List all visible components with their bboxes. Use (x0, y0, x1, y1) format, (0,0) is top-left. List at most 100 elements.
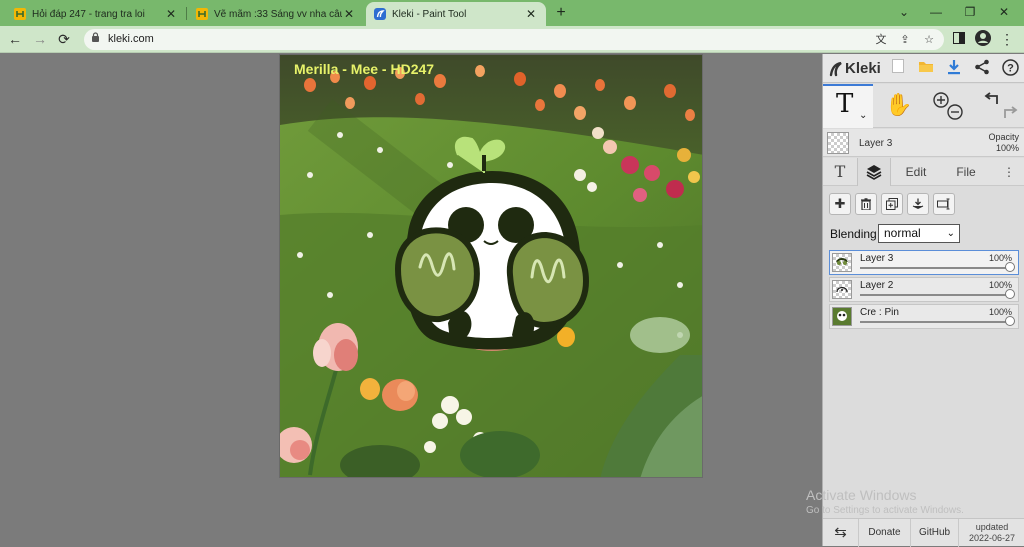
tab-layers[interactable] (857, 158, 891, 186)
browser-menu-icon[interactable]: ⋮ (998, 30, 1016, 48)
artwork-illustration (280, 55, 702, 477)
opacity-label: Opacity (988, 132, 1019, 142)
profile-avatar-icon[interactable] (974, 30, 992, 48)
blending-mode-value: normal (884, 226, 921, 240)
slider-handle[interactable] (1005, 289, 1015, 299)
new-tab-button[interactable]: + (552, 4, 570, 22)
merge-down-button[interactable] (907, 193, 929, 215)
browser-tab-bar: Hỏi đáp 247 - trang tra loi ✕ Vẽ mãm :33… (0, 0, 1024, 26)
kleki-favicon-icon (374, 8, 386, 20)
hand-tool-icon[interactable]: ✋ (885, 92, 912, 118)
layer-thumbnail (832, 280, 852, 299)
browser-toolbar: ← → ⟳ kleki.com 文 ⇪ ☆ ⋮ (0, 26, 1024, 53)
blending-label: Blending (830, 227, 877, 241)
restore-window-icon[interactable]: ❐ (960, 3, 980, 21)
minimize-window-icon[interactable]: — (926, 3, 946, 21)
drawing-canvas[interactable]: Merilla - Mee - HD247 (279, 54, 703, 478)
tab-file[interactable]: File (943, 158, 989, 186)
share-page-icon[interactable]: ⇪ (898, 33, 912, 47)
rename-layer-button[interactable] (933, 193, 955, 215)
sidebar-footer: ⇆ Donate GitHub updated 2022-06-27 (823, 518, 1024, 547)
layer-thumbnail (832, 253, 852, 272)
kleki-logo-icon (829, 61, 842, 76)
delete-layer-button[interactable] (855, 193, 877, 215)
share-icon[interactable] (973, 59, 991, 77)
translate-icon[interactable]: 文 (874, 33, 888, 47)
browser-tab-vemam[interactable]: Vẽ mãm :33 Sáng vv nha câu hỏi ✕ (188, 2, 364, 26)
close-icon[interactable]: ✕ (342, 7, 356, 21)
tab-title: Kleki - Paint Tool (392, 8, 467, 20)
layer-thumbnail (832, 307, 852, 326)
layer-item[interactable]: Layer 3 100% (829, 250, 1019, 275)
layers-stack-icon (866, 165, 882, 180)
github-link[interactable]: GitHub (911, 519, 959, 547)
svg-text:?: ? (1007, 63, 1014, 75)
help-icon[interactable]: ? (1001, 59, 1019, 77)
undo-icon[interactable] (984, 92, 998, 104)
updated-label: updated (975, 522, 1009, 532)
close-window-icon[interactable]: ✕ (994, 3, 1014, 21)
new-image-icon[interactable] (889, 59, 907, 77)
kleki-logo[interactable]: Kleki (829, 60, 881, 77)
tab-search-chevron-icon[interactable]: ⌄ (894, 3, 914, 21)
kleki-sidebar: Kleki ? T ⌄ ✋ Layer 3 Opacity 100% T Edi… (822, 54, 1024, 547)
current-layer-thumbnail (827, 132, 849, 154)
current-layer-opacity[interactable]: Opacity 100% (988, 132, 1019, 154)
text-tool-button[interactable]: T ⌄ (823, 84, 873, 128)
open-folder-icon[interactable] (917, 59, 935, 77)
add-layer-button[interactable]: ✚ (829, 193, 851, 215)
layer-opacity-slider[interactable] (860, 321, 1008, 323)
current-layer-name: Layer 3 (859, 138, 893, 149)
layer-item[interactable]: Layer 2 100% (829, 277, 1019, 302)
slider-handle[interactable] (1005, 316, 1015, 326)
close-icon[interactable]: ✕ (164, 7, 178, 21)
layer-name: Layer 2 (860, 280, 894, 291)
swap-side-icon[interactable]: ⇆ (823, 519, 859, 547)
text-tool-glyph: T (836, 89, 854, 119)
browser-tab-kleki[interactable]: Kleki - Paint Tool ✕ (366, 2, 546, 26)
hoidap-favicon-icon (14, 8, 26, 20)
tab-divider (186, 7, 187, 20)
back-arrow-icon[interactable]: ← (6, 30, 24, 48)
zoom-out-icon[interactable] (947, 104, 963, 120)
download-icon[interactable] (945, 59, 963, 77)
layer-item[interactable]: Cre : Pin 100% (829, 304, 1019, 329)
tool-row: T ⌄ ✋ (823, 84, 1024, 128)
address-bar[interactable]: kleki.com 文 ⇪ ☆ (84, 29, 944, 50)
donate-link[interactable]: Donate (859, 519, 911, 547)
layer-name: Cre : Pin (860, 307, 899, 318)
updated-date: 2022-06-27 (968, 533, 1016, 543)
zoom-in-icon[interactable] (933, 92, 949, 108)
kleki-logo-text: Kleki (845, 60, 881, 77)
browser-tab-hoidap[interactable]: Hỏi đáp 247 - trang tra loi ✕ (6, 2, 186, 26)
lock-icon (91, 32, 100, 45)
layer-opacity-slider[interactable] (860, 294, 1008, 296)
current-layer-bar[interactable]: Layer 3 Opacity 100% (823, 129, 1024, 157)
more-options-icon[interactable]: ⋮ (999, 158, 1019, 186)
layer-opacity-slider[interactable] (860, 267, 1008, 269)
kleki-header: Kleki ? (823, 54, 1024, 83)
slider-handle[interactable] (1005, 262, 1015, 272)
trash-icon (861, 198, 871, 211)
url-text: kleki.com (108, 33, 154, 45)
duplicate-layer-button[interactable] (881, 193, 903, 215)
artist-signature: Merilla - Mee - HD247 (294, 61, 435, 77)
chevron-down-icon: ⌄ (946, 228, 955, 239)
chevron-down-icon[interactable]: ⌄ (859, 110, 867, 121)
undo-redo-controls (981, 90, 1021, 124)
activate-windows-subtitle: Go to Settings to activate Windows. (806, 505, 964, 516)
activate-windows-title: Activate Windows (806, 487, 917, 503)
hoidap-favicon-icon (196, 8, 208, 20)
tab-text-tool[interactable]: T (823, 158, 857, 186)
side-panel-icon[interactable] (950, 30, 968, 48)
layer-name: Layer 3 (860, 253, 894, 264)
tab-edit[interactable]: Edit (893, 158, 939, 186)
close-icon[interactable]: ✕ (524, 7, 538, 21)
bookmark-star-icon[interactable]: ☆ (922, 33, 936, 47)
panel-tabs: T Edit File ⋮ (823, 158, 1024, 186)
activate-windows-watermark: Activate Windows Go to Settings to activ… (806, 487, 964, 516)
redo-icon[interactable] (1004, 106, 1018, 118)
forward-arrow-icon[interactable]: → (31, 30, 49, 48)
blending-mode-select[interactable]: normal ⌄ (878, 224, 960, 243)
reload-icon[interactable]: ⟳ (55, 30, 73, 48)
